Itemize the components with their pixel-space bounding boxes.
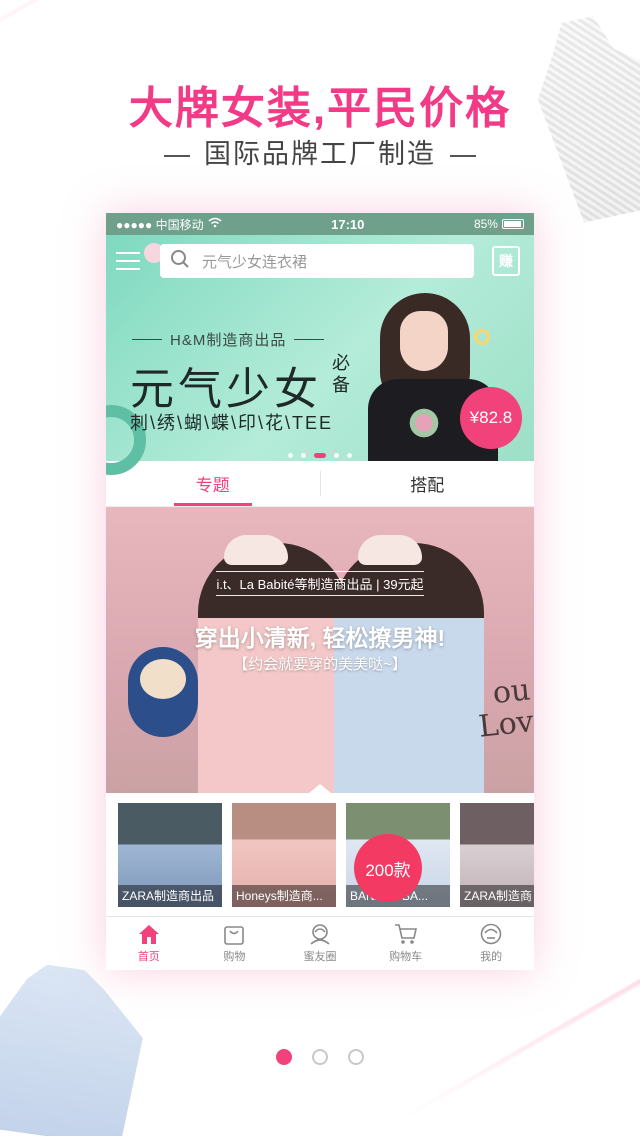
banner-title: 元气少女 bbox=[130, 364, 322, 415]
tabbar-label: 购物车 bbox=[389, 951, 423, 963]
pager-dot[interactable] bbox=[312, 1049, 328, 1065]
hero-banner[interactable]: 元气少女连衣裙 赚 H&M制造商出品 元气少女 必备 刺\绣\蝴\蝶\印\花\T… bbox=[106, 235, 534, 475]
status-bar: ●●●●● 中国移动 17:10 85% bbox=[106, 213, 534, 235]
top-bar: 元气少女连衣裙 赚 bbox=[106, 243, 534, 279]
search-placeholder: 元气少女连衣裙 bbox=[202, 253, 308, 271]
feature-card[interactable]: ou Lov i.t、La Babité等制造商出品 | 39元起 穿出小清新, … bbox=[106, 507, 534, 793]
beret-image bbox=[224, 535, 288, 565]
carousel-dot[interactable] bbox=[288, 453, 293, 458]
feature-tag-text: i.t、La Babité等制造商出品 | 39元起 bbox=[216, 571, 424, 596]
feature-tag: i.t、La Babité等制造商出品 | 39元起 bbox=[106, 571, 534, 596]
battery-icon bbox=[501, 219, 524, 229]
shopping-bag-icon bbox=[222, 923, 246, 945]
tab-topics[interactable]: 专题 bbox=[106, 461, 320, 506]
banner-subtitle: 刺\绣\蝴\蝶\印\花\TEE bbox=[130, 413, 334, 433]
clock: 17:10 bbox=[331, 216, 365, 232]
tabbar-profile[interactable]: 我的 bbox=[448, 917, 534, 970]
tabbar-label: 首页 bbox=[137, 951, 160, 963]
promo-headline: 大牌女装,平民价格 bbox=[128, 84, 512, 133]
banner-tag-text: H&M制造商出品 bbox=[170, 332, 287, 349]
count-badge-text: 200款 bbox=[365, 860, 411, 880]
tabbar-label: 我的 bbox=[480, 951, 503, 963]
beret-image bbox=[358, 535, 422, 565]
carousel-dot[interactable] bbox=[301, 453, 306, 458]
menu-icon[interactable] bbox=[114, 248, 142, 274]
promo-subline-text: 国际品牌工厂制造 bbox=[204, 139, 436, 169]
price-badge: ¥82.8 bbox=[460, 387, 522, 449]
carousel-dot-active[interactable] bbox=[314, 453, 326, 458]
tabbar-label: 蜜友圈 bbox=[303, 951, 337, 963]
feature-pointer bbox=[308, 784, 332, 793]
profile-icon bbox=[479, 923, 503, 945]
wall-lettering: ou Lov bbox=[477, 672, 534, 745]
product-caption: Honeys制造商... bbox=[232, 885, 336, 907]
product-strip: ZARA制造商出品 Honeys制造商... BANANA BA... ZARA… bbox=[106, 793, 534, 917]
dash-right bbox=[450, 154, 476, 157]
tabbar-home[interactable]: 首页 bbox=[106, 917, 192, 970]
screenshot-pager[interactable] bbox=[0, 1049, 640, 1065]
friends-icon bbox=[308, 923, 332, 945]
tabbar-label: 购物 bbox=[223, 951, 246, 963]
decor-stripe bbox=[0, 0, 171, 74]
carousel-dot[interactable] bbox=[334, 453, 339, 458]
pager-dot[interactable] bbox=[348, 1049, 364, 1065]
decor-stripe bbox=[0, 0, 254, 28]
earn-button[interactable]: 赚 bbox=[492, 246, 520, 276]
carousel-dot[interactable] bbox=[347, 453, 352, 458]
product-card[interactable]: Honeys制造商... bbox=[232, 803, 336, 907]
promo-subline: 国际品牌工厂制造 bbox=[0, 132, 640, 171]
cart-icon bbox=[394, 923, 418, 945]
product-caption: ZARA制造商出品 bbox=[118, 885, 222, 907]
banner-title-side: 必备 bbox=[332, 353, 350, 396]
product-caption: ZARA制造商 bbox=[460, 885, 534, 907]
banner-tag: H&M制造商出品 bbox=[132, 329, 325, 350]
tab-outfits[interactable]: 搭配 bbox=[321, 461, 535, 506]
search-input[interactable]: 元气少女连衣裙 bbox=[160, 244, 474, 278]
carrier-label: ●●●●● 中国移动 bbox=[116, 217, 204, 232]
shirt-dress-image bbox=[0, 958, 151, 1136]
feature-subtitle: 【约会就要穿的美美哒~】 bbox=[233, 656, 407, 673]
wifi-icon bbox=[208, 217, 222, 231]
product-card[interactable]: ZARA制造商 bbox=[460, 803, 534, 907]
tabbar-shopping[interactable]: 购物 bbox=[192, 917, 278, 970]
content-tabs: 专题 搭配 bbox=[106, 461, 534, 507]
tabbar-friends[interactable]: 蜜友圈 bbox=[277, 917, 363, 970]
search-icon bbox=[170, 249, 190, 273]
pager-dot-active[interactable] bbox=[276, 1049, 292, 1065]
home-icon bbox=[137, 923, 161, 945]
count-badge[interactable]: 200款 bbox=[354, 834, 422, 902]
feature-title: 穿出小清新, 轻松撩男神! bbox=[194, 625, 446, 651]
tabbar-cart[interactable]: 购物车 bbox=[363, 917, 449, 970]
battery-label: 85% bbox=[473, 217, 498, 231]
carousel-dots[interactable] bbox=[106, 453, 534, 458]
bottom-tab-bar: 首页 购物 蜜友圈 购物车 我的 bbox=[106, 916, 534, 970]
product-card[interactable]: ZARA制造商出品 bbox=[118, 803, 222, 907]
phone-screen: ●●●●● 中国移动 17:10 85% 元气少女连衣裙 赚 H&M制造商出品 … bbox=[106, 213, 534, 970]
dash-left bbox=[164, 154, 190, 157]
